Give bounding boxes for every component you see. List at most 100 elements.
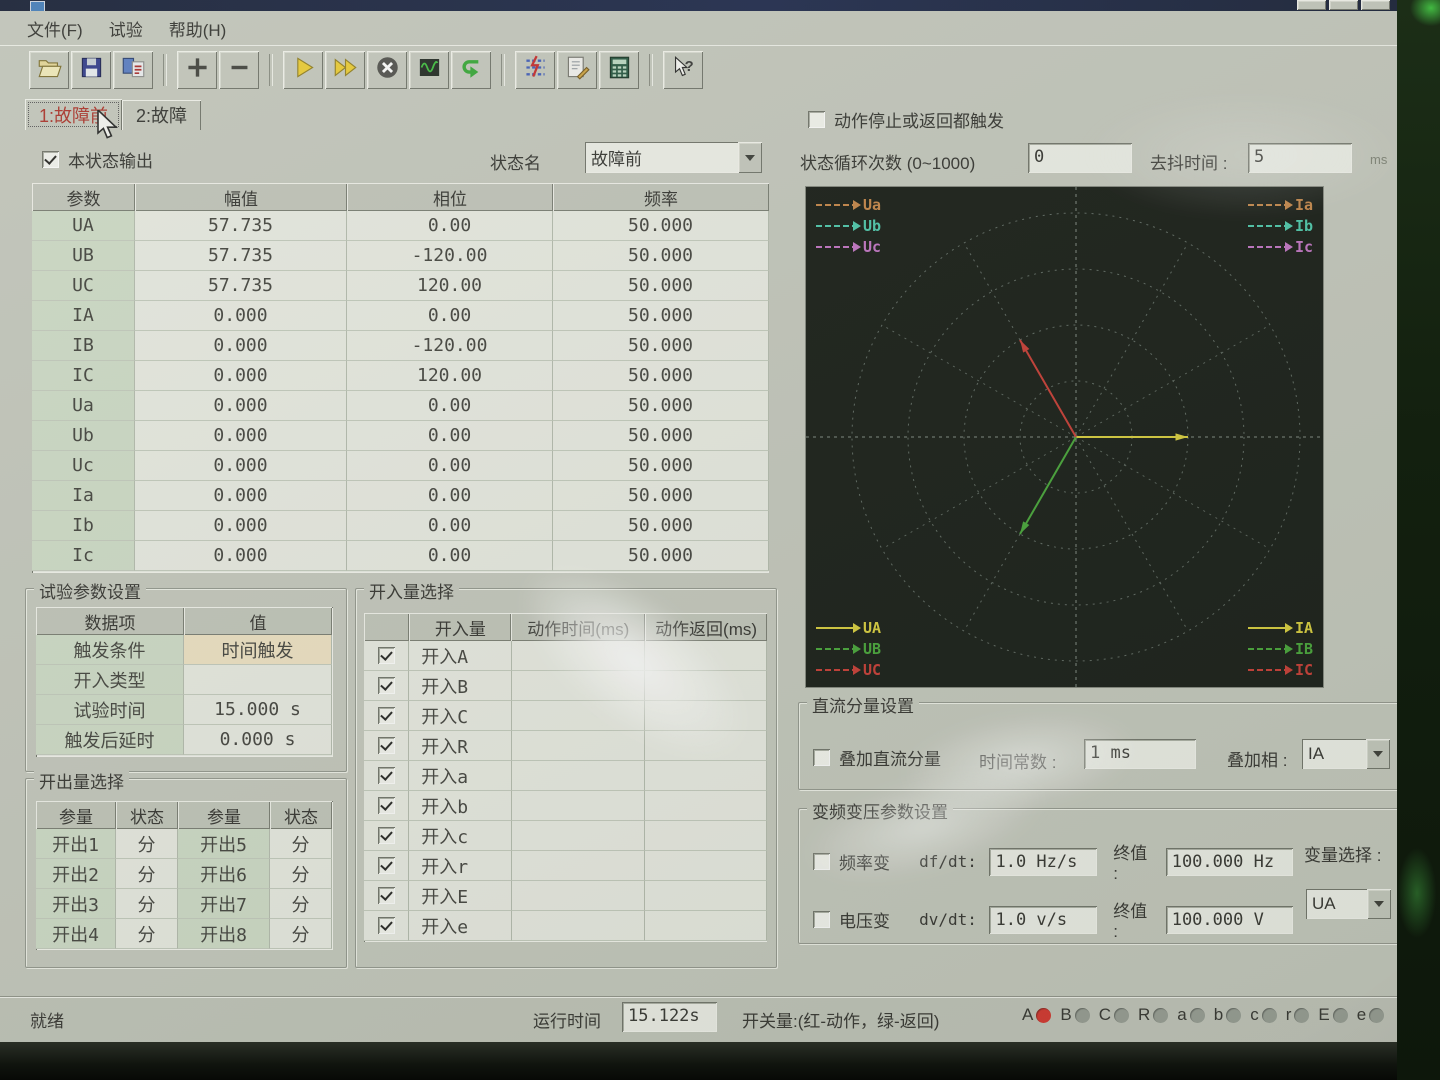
value-cell[interactable]: 0.000 (135, 421, 347, 451)
toolbar-button-remove[interactable] (219, 51, 259, 89)
value-cell[interactable]: 50.000 (553, 541, 769, 571)
value-cell[interactable]: -120.00 (347, 241, 553, 271)
output-state-cell[interactable]: 分 (116, 919, 178, 949)
maximize-button[interactable] (1329, 0, 1358, 10)
output-state-cell[interactable]: 分 (116, 889, 178, 919)
output-name-cell[interactable]: 开出6 (178, 859, 270, 889)
output-name-cell[interactable]: 开出7 (178, 889, 270, 919)
value-cell[interactable]: 0.000 (135, 331, 347, 361)
value-cell[interactable]: 50.000 (553, 271, 769, 301)
value-cell[interactable]: 50.000 (553, 241, 769, 271)
toolbar-button-help[interactable]: ? (663, 51, 703, 89)
value-cell[interactable]: 0.00 (347, 541, 553, 571)
toolbar-button-fast-forward[interactable] (325, 51, 365, 89)
binary-input-checkbox[interactable] (378, 707, 395, 724)
value-cell[interactable]: 0.000 (135, 361, 347, 391)
value-cell[interactable]: 0.000 (135, 451, 347, 481)
value-cell[interactable]: 50.000 (553, 421, 769, 451)
data-value-cell[interactable]: 时间触发 (184, 635, 332, 665)
toolbar-button-stop[interactable] (367, 51, 407, 89)
value-cell[interactable]: 50.000 (553, 301, 769, 331)
output-state-cell[interactable]: 分 (270, 889, 332, 919)
trigger-mode-checkbox[interactable] (808, 111, 825, 128)
value-cell[interactable]: 0.00 (347, 301, 553, 331)
dc-superimpose-checkbox[interactable] (813, 749, 830, 766)
value-cell[interactable]: 50.000 (553, 481, 769, 511)
toolbar-button-undo[interactable] (451, 51, 491, 89)
binary-input-checkbox[interactable] (378, 917, 395, 934)
value-cell[interactable]: 0.00 (347, 451, 553, 481)
value-cell[interactable]: 50.000 (553, 451, 769, 481)
toolbar-button-calculator[interactable] (599, 51, 639, 89)
binary-input-checkbox[interactable] (378, 647, 395, 664)
value-cell[interactable]: 0.000 (135, 541, 347, 571)
output-state-cell[interactable]: 分 (116, 859, 178, 889)
menu-item[interactable]: 试验 (96, 12, 156, 45)
value-cell[interactable]: 50.000 (553, 331, 769, 361)
toolbar-button-start[interactable] (283, 51, 323, 89)
value-cell[interactable]: 0.00 (347, 421, 553, 451)
freq-end-input[interactable]: 100.000 Hz (1166, 848, 1293, 876)
binary-input-checkbox[interactable] (378, 737, 395, 754)
freq-change-checkbox[interactable] (813, 853, 830, 870)
value-cell[interactable]: 0.000 (135, 481, 347, 511)
value-cell[interactable]: 57.735 (135, 241, 347, 271)
voltage-change-checkbox[interactable] (813, 911, 830, 928)
close-button[interactable] (1361, 0, 1390, 10)
value-cell[interactable]: 57.735 (135, 271, 347, 301)
dvdt-input[interactable]: 1.0 v/s (989, 906, 1097, 934)
binary-input-checkbox[interactable] (378, 677, 395, 694)
binary-input-checkbox[interactable] (378, 797, 395, 814)
value-cell[interactable]: 57.735 (135, 211, 347, 241)
value-cell[interactable]: 50.000 (553, 211, 769, 241)
variable-select[interactable]: UA (1306, 889, 1391, 919)
debounce-input[interactable]: 5 (1248, 143, 1352, 173)
output-name-cell[interactable]: 开出3 (36, 889, 116, 919)
value-cell[interactable]: 0.000 (135, 301, 347, 331)
value-cell[interactable]: 0.00 (347, 391, 553, 421)
toolbar-button-report[interactable] (557, 51, 597, 89)
value-cell[interactable]: 50.000 (553, 391, 769, 421)
chevron-down-icon[interactable] (1367, 889, 1391, 919)
time-constant-input[interactable]: 1 ms (1084, 739, 1196, 769)
chevron-down-icon[interactable] (1366, 739, 1390, 769)
toolbar-button-add[interactable] (177, 51, 217, 89)
data-value-cell[interactable] (184, 665, 332, 695)
voltage-end-input[interactable]: 100.000 V (1166, 906, 1293, 934)
binary-input-checkbox[interactable] (378, 767, 395, 784)
value-cell[interactable]: 120.00 (347, 361, 553, 391)
toolbar-button-waveform[interactable] (409, 51, 449, 89)
data-value-cell[interactable]: 0.000 s (184, 725, 332, 755)
data-value-cell[interactable]: 15.000 s (184, 695, 332, 725)
binary-input-checkbox[interactable] (378, 857, 395, 874)
tab-state-2[interactable]: 2:故障 (122, 100, 201, 130)
binary-input-checkbox[interactable] (378, 887, 395, 904)
value-cell[interactable]: 120.00 (347, 271, 553, 301)
output-state-cell[interactable]: 分 (270, 829, 332, 859)
value-cell[interactable]: 50.000 (553, 361, 769, 391)
output-name-cell[interactable]: 开出1 (36, 829, 116, 859)
menu-item[interactable]: 帮助(H) (156, 12, 240, 45)
menu-item[interactable]: 文件(F) (14, 12, 96, 45)
output-state-cell[interactable]: 分 (270, 859, 332, 889)
value-cell[interactable]: 50.000 (553, 511, 769, 541)
toolbar-button-open[interactable] (29, 51, 69, 89)
output-state-cell[interactable]: 分 (116, 829, 178, 859)
output-name-cell[interactable]: 开出4 (36, 919, 116, 949)
state-output-checkbox[interactable] (42, 151, 59, 168)
dfdt-input[interactable]: 1.0 Hz/s (989, 848, 1097, 876)
output-name-cell[interactable]: 开出5 (178, 829, 270, 859)
value-cell[interactable]: 0.000 (135, 391, 347, 421)
value-cell[interactable]: 0.00 (347, 211, 553, 241)
binary-input-checkbox[interactable] (378, 827, 395, 844)
chevron-down-icon[interactable] (738, 142, 762, 173)
value-cell[interactable]: 0.00 (347, 511, 553, 541)
value-cell[interactable]: 0.000 (135, 511, 347, 541)
toolbar-button-balance[interactable] (515, 51, 555, 89)
state-name-select[interactable]: 故障前 (585, 142, 762, 173)
output-state-cell[interactable]: 分 (270, 919, 332, 949)
value-cell[interactable]: -120.00 (347, 331, 553, 361)
output-name-cell[interactable]: 开出2 (36, 859, 116, 889)
value-cell[interactable]: 0.00 (347, 481, 553, 511)
output-name-cell[interactable]: 开出8 (178, 919, 270, 949)
